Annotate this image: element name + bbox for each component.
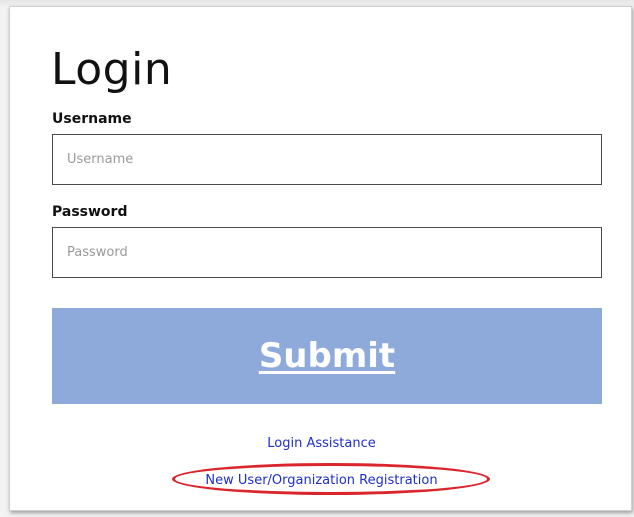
password-label: Password (52, 204, 128, 220)
screen: Login Username Password Submit Login Ass… (0, 0, 634, 517)
login-assistance-link[interactable]: Login Assistance (10, 435, 633, 453)
submit-button[interactable]: Submit (52, 308, 602, 404)
page-title: Login (51, 44, 173, 95)
login-card: Login Username Password Submit Login Ass… (9, 6, 632, 511)
username-input[interactable] (52, 134, 602, 185)
username-label: Username (52, 111, 132, 127)
new-user-registration-link[interactable]: New User/Organization Registration (10, 472, 633, 490)
password-input[interactable] (52, 227, 602, 278)
